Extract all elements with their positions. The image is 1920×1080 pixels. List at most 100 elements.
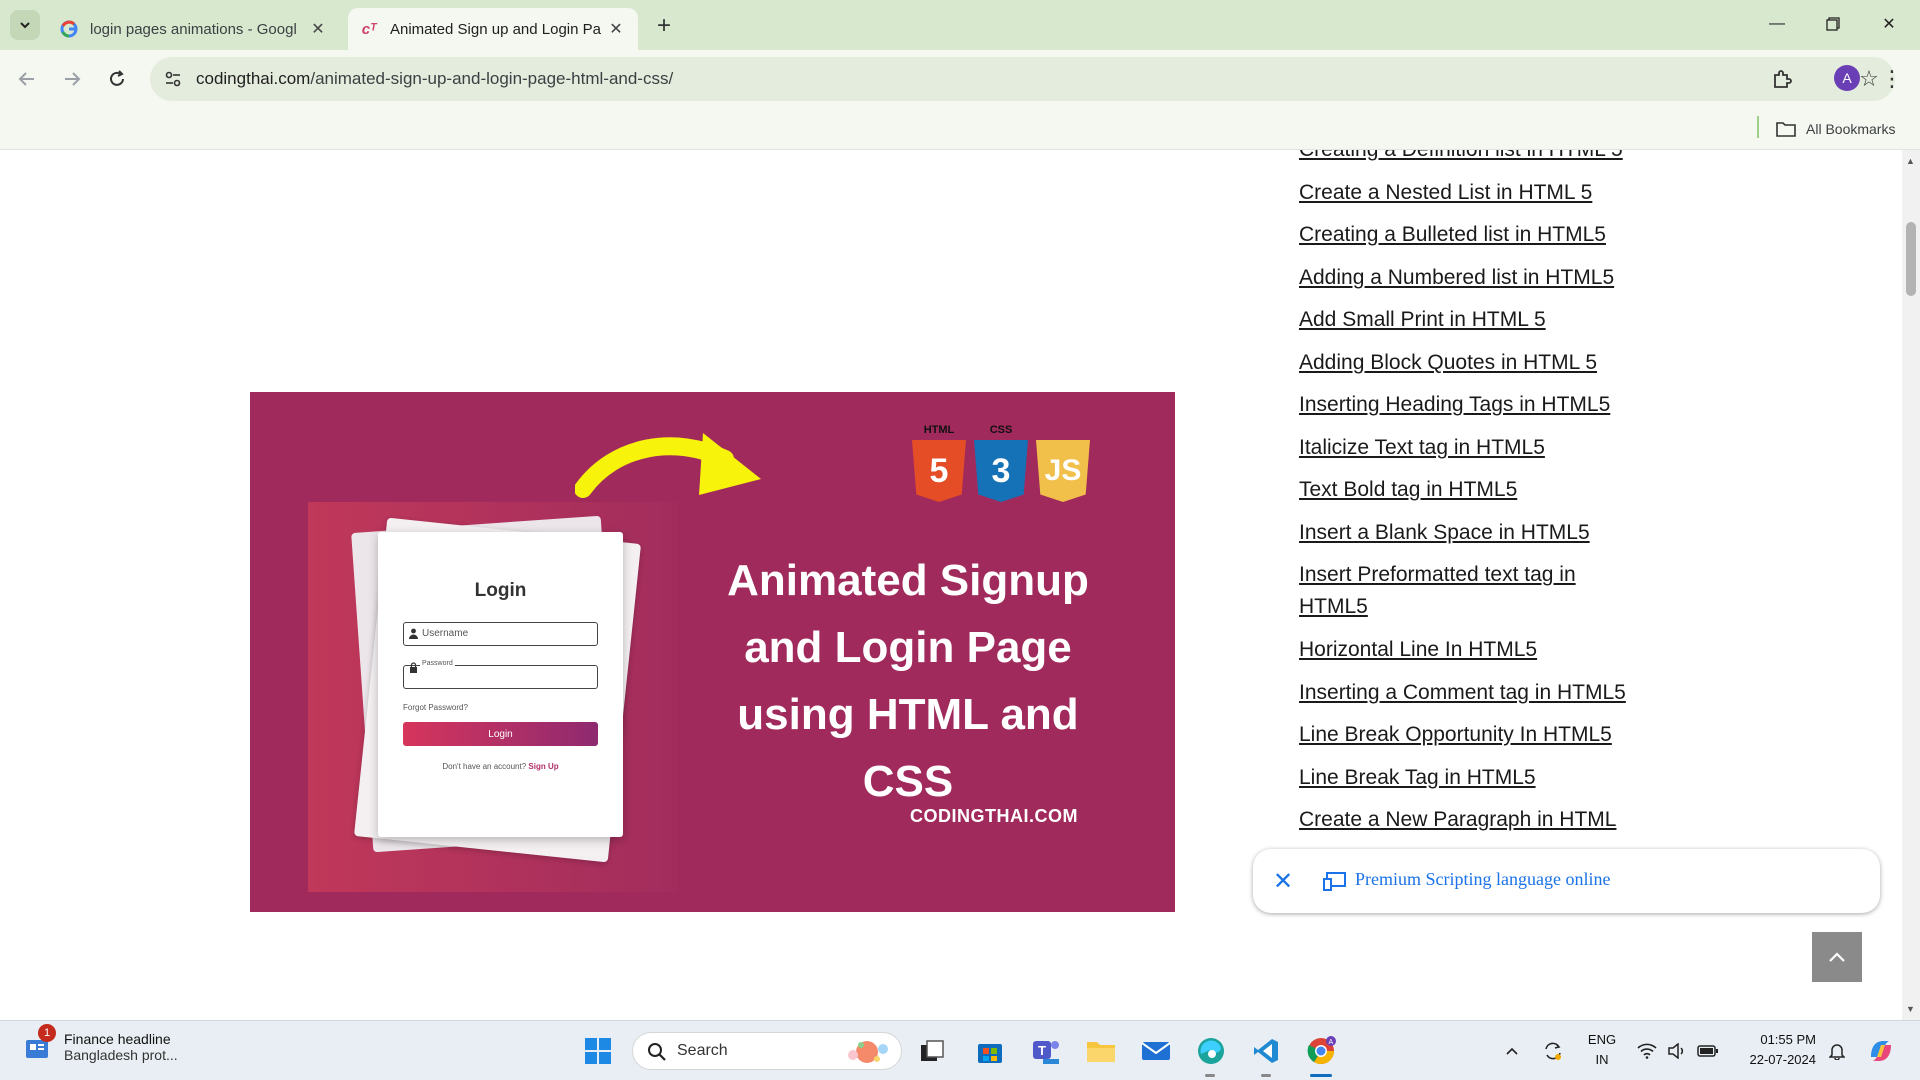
start-button[interactable] [578, 1031, 618, 1071]
close-icon[interactable]: ✕ [308, 19, 328, 39]
svg-text:A: A [1329, 1039, 1334, 1046]
sidebar-link[interactable]: Create a Nested List in HTML 5 [1299, 177, 1639, 209]
copilot-icon[interactable] [1864, 1021, 1898, 1080]
active-app-indicator [1310, 1074, 1332, 1077]
file-explorer-icon[interactable] [1081, 1031, 1121, 1071]
microsoft-store-icon[interactable] [970, 1031, 1010, 1071]
sidebar-link[interactable]: Inserting a Comment tag in HTML5 [1299, 677, 1639, 709]
sidebar-link[interactable]: Creating a Bulleted list in HTML5 [1299, 219, 1639, 251]
browser-toolbar: codingthai.com/animated-sign-up-and-logi… [0, 50, 1920, 108]
html5-shield: 5 [912, 440, 966, 502]
profile-avatar[interactable]: A [1834, 65, 1860, 91]
css3-shield: 3 [974, 440, 1028, 502]
teams-icon[interactable]: T [1026, 1031, 1066, 1071]
sidebar-link[interactable]: Insert Preformatted text tag in HTML5 [1299, 559, 1599, 623]
browser-menu-icon[interactable]: ⋮ [1880, 62, 1904, 96]
news-subtitle: Bangladesh prot... [64, 1047, 178, 1063]
taskbar-search-box[interactable]: Search [632, 1032, 902, 1070]
close-icon[interactable]: ✕ [606, 19, 626, 39]
sidebar-link[interactable]: Text Bold tag in HTML5 [1299, 474, 1639, 506]
username-placeholder: Username [422, 628, 469, 639]
sync-icon[interactable] [1538, 1021, 1568, 1080]
battery-icon[interactable] [1694, 1021, 1722, 1080]
sidebar-link[interactable]: Insert a Blank Space in HTML5 [1299, 517, 1639, 549]
region-code: IN [1595, 1052, 1609, 1067]
language-indicator[interactable]: ENG IN [1582, 1030, 1622, 1070]
password-label: Password [420, 660, 455, 667]
bookmark-star-icon[interactable]: ☆ [1857, 66, 1881, 91]
all-bookmarks-button[interactable]: All Bookmarks [1776, 116, 1895, 142]
sidebar-link[interactable]: Adding a Numbered list in HTML5 [1299, 262, 1639, 294]
url-domain: codingthai.com [196, 69, 311, 88]
notification-bell-icon[interactable] [1824, 1021, 1850, 1080]
notification-count: 1 [38, 1024, 56, 1042]
page-scrollbar[interactable]: ▲ ▼ [1902, 150, 1920, 1020]
search-highlight-icon [848, 1041, 888, 1063]
ad-suggestion-pill[interactable]: ✕ Premium Scripting language online [1253, 849, 1880, 913]
system-clock[interactable]: 01:55 PM 22-07-2024 [1736, 1030, 1817, 1070]
scrollbar-thumb[interactable] [1906, 222, 1916, 296]
html5-logo: HTML 5 [908, 424, 970, 504]
signup-prompt-text: Don't have an account? [442, 762, 527, 771]
sidebar-link[interactable]: Horizontal Line In HTML5 [1299, 634, 1639, 666]
url-text: codingthai.com/animated-sign-up-and-logi… [196, 69, 673, 89]
windows-logo-icon [585, 1038, 611, 1064]
ad-text[interactable]: Premium Scripting language online [1355, 869, 1610, 890]
site-info-icon[interactable] [162, 68, 184, 90]
running-indicator [1205, 1074, 1215, 1077]
back-to-top-button[interactable] [1812, 932, 1862, 982]
sidebar-link[interactable]: Line Break Tag in HTML5 [1299, 762, 1639, 794]
js-logo: JS [1032, 424, 1094, 504]
edge-icon[interactable] [1191, 1031, 1231, 1071]
username-field-illustration: Username [403, 622, 598, 646]
volume-icon[interactable] [1664, 1021, 1690, 1080]
minimize-button[interactable]: — [1754, 8, 1800, 40]
sidebar-link[interactable]: Inserting Heading Tags in HTML5 [1299, 389, 1639, 421]
close-icon[interactable]: ✕ [1269, 867, 1297, 895]
tab-codingthai[interactable]: cᵀ Animated Sign up and Login Pa ✕ [348, 8, 638, 50]
restore-button[interactable] [1810, 8, 1856, 40]
chevron-up-icon [1829, 952, 1845, 962]
sidebar-link[interactable]: Adding Block Quotes in HTML 5 [1299, 347, 1639, 379]
vscode-icon[interactable] [1246, 1031, 1286, 1071]
sidebar-link[interactable]: Create a New Paragraph in HTML [1299, 804, 1639, 836]
lock-icon [410, 662, 417, 673]
forward-button[interactable] [55, 62, 89, 96]
scroll-up-icon[interactable]: ▲ [1906, 156, 1915, 166]
chevron-down-icon [20, 22, 30, 29]
show-hidden-icons-button[interactable] [1500, 1021, 1524, 1080]
html5-label: HTML [923, 424, 955, 436]
new-tab-button[interactable]: + [650, 12, 678, 40]
reload-button[interactable] [100, 62, 134, 96]
scroll-down-icon[interactable]: ▼ [1906, 1004, 1915, 1014]
news-widget[interactable]: 1 Finance headline Bangladesh prot... [22, 1024, 178, 1063]
sidebar-link[interactable]: Add Small Print in HTML 5 [1299, 304, 1639, 336]
curved-arrow-icon [575, 433, 761, 498]
chrome-icon[interactable]: A [1301, 1031, 1341, 1071]
url-path: /animated-sign-up-and-login-page-html-an… [310, 69, 674, 88]
sidebar-link[interactable]: Line Break Opportunity In HTML5 [1299, 719, 1639, 751]
css3-logo: CSS 3 [970, 424, 1032, 504]
address-bar[interactable]: codingthai.com/animated-sign-up-and-logi… [150, 57, 1895, 101]
tab-search-button[interactable] [10, 10, 40, 40]
bookmarks-bar: All Bookmarks [0, 108, 1920, 150]
wifi-icon[interactable] [1634, 1021, 1660, 1080]
clock-time: 01:55 PM [1760, 1032, 1816, 1047]
headline-line: and Login Page [744, 623, 1072, 672]
language-code: ENG [1587, 1032, 1617, 1047]
sidebar-link[interactable]: Italicize Text tag in HTML5 [1299, 432, 1639, 464]
mail-icon[interactable] [1136, 1031, 1176, 1071]
bookmarks-divider [1757, 116, 1759, 138]
tab-title: login pages animations - Googl [90, 20, 297, 38]
news-text: Finance headline Bangladesh prot... [64, 1031, 178, 1063]
google-icon [60, 20, 78, 38]
close-window-button[interactable]: ✕ [1866, 8, 1912, 40]
task-view-icon[interactable] [912, 1031, 952, 1071]
reload-icon [110, 70, 124, 86]
windows-taskbar: 1 Finance headline Bangladesh prot... Se… [0, 1020, 1920, 1080]
sidebar-link[interactable]: Creating a Definition list in HTML 5 [1299, 150, 1639, 166]
tab-google-search[interactable]: login pages animations - Googl ✕ [48, 8, 340, 50]
extensions-icon[interactable] [1765, 62, 1799, 96]
login-card-title: Login [474, 580, 527, 601]
back-button[interactable] [10, 62, 44, 96]
